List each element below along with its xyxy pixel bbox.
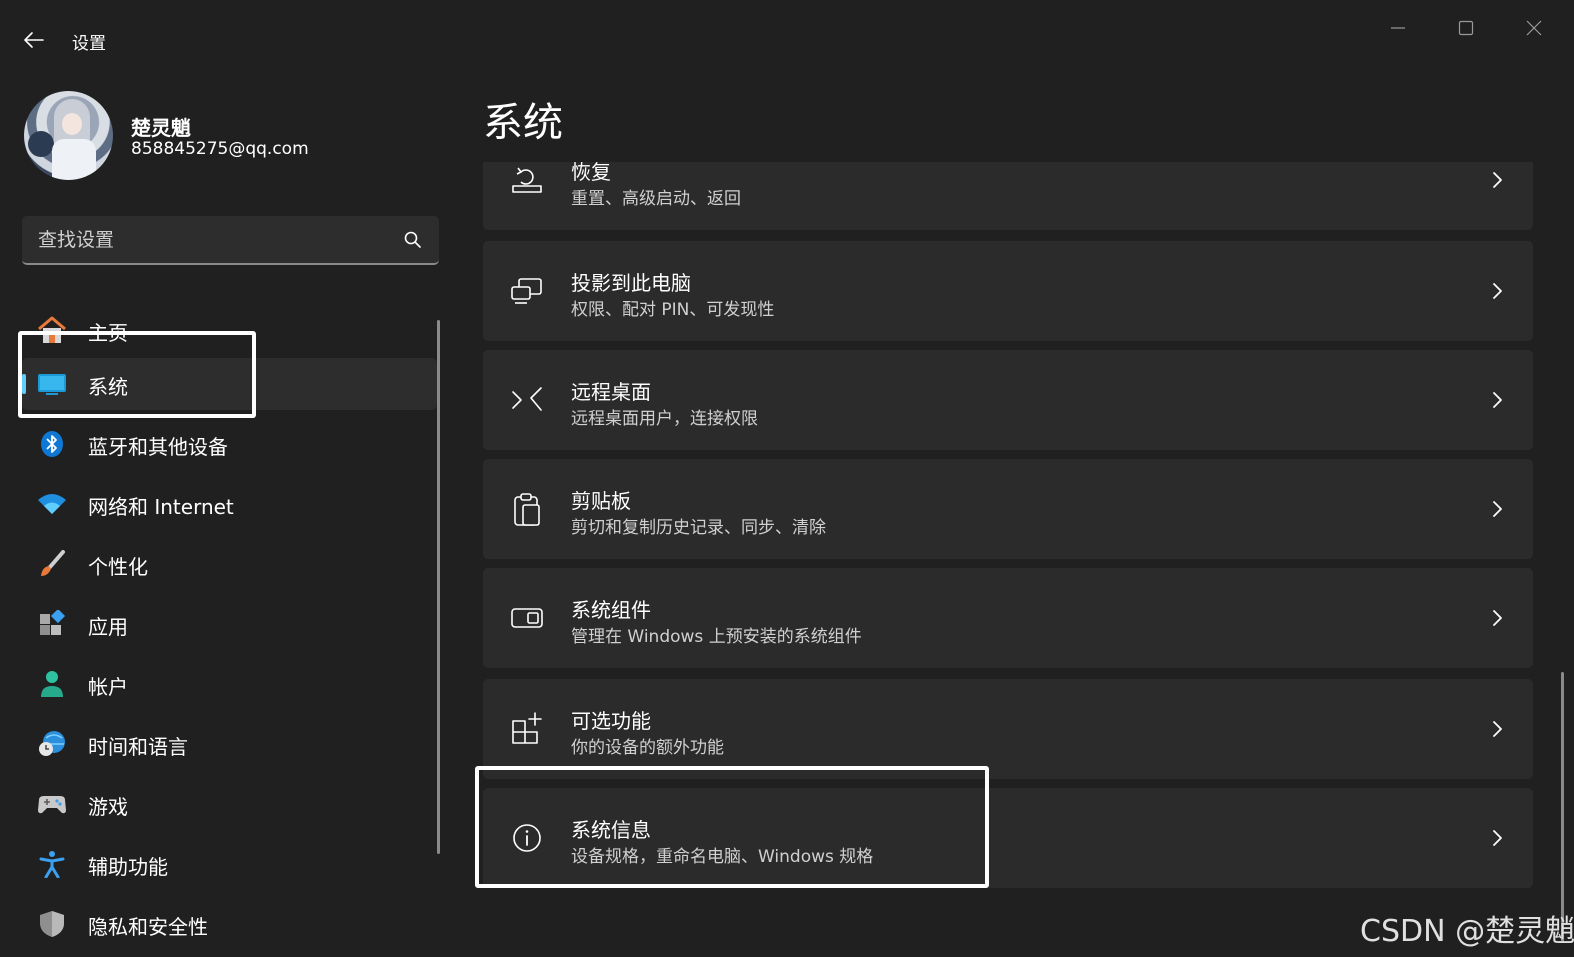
sidebar-item-label: 蓝牙和其他设备	[88, 435, 228, 459]
card-clipboard[interactable]: 剪贴板 剪切和复制历史记录、同步、清除	[483, 459, 1533, 559]
project-icon	[511, 278, 542, 304]
maximize-button[interactable]	[1440, 12, 1492, 44]
gamepad-icon	[38, 796, 66, 814]
apps-icon	[40, 610, 66, 635]
title-bar: 设置	[0, 0, 1574, 78]
shield-icon	[40, 911, 64, 937]
chevron-right-icon	[1493, 610, 1502, 626]
account-icon	[41, 671, 63, 697]
wifi-icon	[38, 494, 66, 514]
system-components-icon	[511, 608, 543, 628]
minimize-button[interactable]	[1372, 12, 1424, 44]
card-system-components[interactable]: 系统组件 管理在 Windows 上预安装的系统组件	[483, 568, 1533, 668]
minimize-icon	[1391, 27, 1405, 29]
sidebar-item-label: 辅助功能	[88, 855, 168, 879]
avatar[interactable]	[24, 91, 113, 180]
card-description: 重置、高级启动、返回	[571, 189, 741, 209]
recovery-icon	[512, 167, 542, 193]
sidebar-scrollbar[interactable]	[437, 320, 440, 854]
sidebar-item-label: 隐私和安全性	[88, 915, 208, 939]
user-name: 楚灵魈	[131, 116, 191, 140]
settings-window: 设置 楚灵魈 858845275@qq.com 主页	[0, 0, 1574, 957]
remote-desktop-icon	[512, 387, 542, 411]
card-title: 系统组件	[571, 598, 651, 622]
sidebar-item-label: 帐户	[88, 675, 128, 699]
highlight-box-system-info	[475, 766, 989, 888]
maximize-icon	[1458, 20, 1474, 36]
search-icon[interactable]	[403, 230, 423, 250]
card-project-to-pc[interactable]: 投影到此电脑 权限、配对 PIN、可发现性	[483, 241, 1533, 341]
card-title: 剪贴板	[571, 489, 631, 513]
sidebar-item-time-language[interactable]: 时间和语言	[22, 718, 437, 770]
sidebar-item-label: 网络和 Internet	[88, 495, 234, 519]
bluetooth-icon	[41, 431, 63, 457]
highlight-box-system-nav	[18, 331, 256, 418]
sidebar-item-accessibility[interactable]: 辅助功能	[22, 838, 437, 890]
sidebar-item-personalization[interactable]: 个性化	[22, 538, 437, 590]
card-title: 投影到此电脑	[571, 271, 691, 295]
close-button[interactable]	[1508, 12, 1560, 44]
card-title: 可选功能	[571, 709, 651, 733]
main-scrollbar[interactable]	[1561, 672, 1564, 942]
chevron-right-icon	[1493, 172, 1502, 188]
arrow-left-icon	[24, 32, 44, 48]
sidebar-item-accounts[interactable]: 帐户	[22, 658, 437, 710]
app-title: 设置	[72, 34, 106, 54]
chevron-right-icon	[1493, 501, 1502, 517]
sidebar-item-network[interactable]: 网络和 Internet	[22, 478, 437, 530]
sidebar-item-label: 时间和语言	[88, 735, 188, 759]
sidebar-item-label: 个性化	[88, 555, 148, 579]
chevron-right-icon	[1493, 721, 1502, 737]
paintbrush-icon	[41, 550, 65, 576]
page-title: 系统	[483, 100, 563, 146]
sidebar-item-apps[interactable]: 应用	[22, 598, 437, 650]
card-recovery[interactable]: 恢复 重置、高级启动、返回	[483, 162, 1533, 230]
search-box	[22, 216, 439, 265]
sidebar-item-label: 应用	[88, 615, 128, 639]
card-description: 剪切和复制历史记录、同步、清除	[571, 518, 826, 538]
close-icon	[1526, 20, 1542, 36]
time-language-icon	[39, 731, 65, 756]
card-description: 管理在 Windows 上预安装的系统组件	[571, 627, 862, 647]
card-title: 远程桌面	[571, 380, 651, 404]
optional-features-icon	[512, 712, 542, 744]
card-description: 权限、配对 PIN、可发现性	[571, 300, 775, 320]
clipboard-icon	[514, 493, 540, 526]
sidebar-item-label: 游戏	[88, 795, 128, 819]
card-description: 你的设备的额外功能	[571, 738, 724, 758]
card-optional-features[interactable]: 可选功能 你的设备的额外功能	[483, 679, 1533, 779]
chevron-right-icon	[1493, 392, 1502, 408]
sidebar-item-privacy-security[interactable]: 隐私和安全性	[22, 898, 437, 950]
chevron-right-icon	[1493, 283, 1502, 299]
back-button[interactable]	[14, 24, 54, 56]
chevron-right-icon	[1493, 830, 1502, 846]
card-title: 恢复	[571, 162, 611, 184]
card-description: 远程桌面用户，连接权限	[571, 409, 758, 429]
sidebar-item-bluetooth[interactable]: 蓝牙和其他设备	[22, 418, 437, 470]
user-email: 858845275@qq.com	[131, 139, 309, 159]
search-input[interactable]	[22, 216, 439, 263]
accessibility-icon	[39, 851, 65, 878]
card-remote-desktop[interactable]: 远程桌面 远程桌面用户，连接权限	[483, 350, 1533, 450]
watermark: CSDN @楚灵魈	[1360, 914, 1574, 949]
sidebar-item-gaming[interactable]: 游戏	[22, 778, 437, 830]
